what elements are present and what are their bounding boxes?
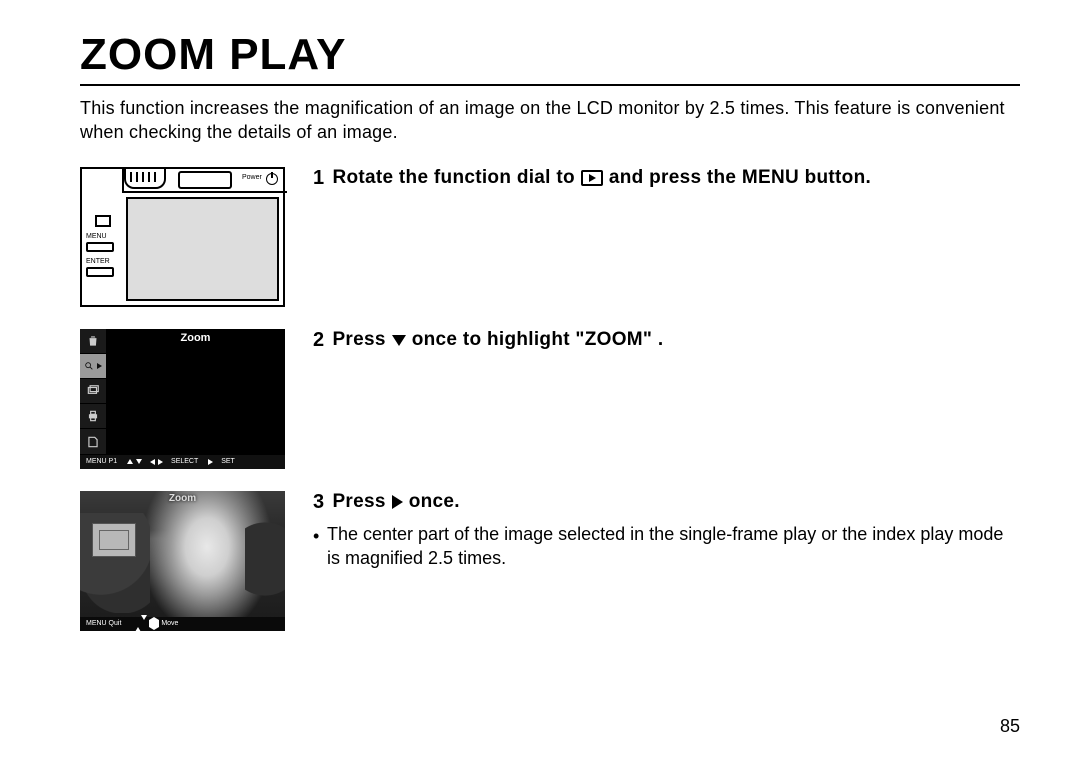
step-2-number: 2 <box>313 329 324 352</box>
manual-page: ZOOM PLAY This function increases the ma… <box>0 0 1080 765</box>
step-3-number: 3 <box>313 491 324 514</box>
lcd-screen-icon <box>126 197 279 301</box>
camera-illustration: Power MENU ENTER <box>80 167 285 307</box>
page-number: 85 <box>1000 716 1020 737</box>
step-3-note: • The center part of the image selected … <box>313 522 1020 571</box>
step-3-pre: Press <box>332 491 385 513</box>
step-1-pre: Rotate the function dial to <box>332 167 574 189</box>
power-icon <box>266 173 278 185</box>
playback-mode-icon <box>581 170 603 186</box>
right-arrow-icon <box>392 495 403 509</box>
intro-text: This function increases the magnificatio… <box>80 96 1020 145</box>
print-icon <box>80 404 106 429</box>
display-button-icon <box>95 215 111 227</box>
menu-button-icon <box>86 242 114 252</box>
menu-bar-select: SELECT <box>171 458 198 465</box>
step-3-text: 3 Press once. <box>313 491 1020 514</box>
step-3-post: once. <box>409 491 460 513</box>
menu-button-label: MENU <box>86 233 120 240</box>
step-2-pre: Press <box>332 329 385 351</box>
zoomed-photo: Zoom MENU Quit Move <box>80 491 285 631</box>
photo-bar-menu: MENU Quit <box>86 620 121 627</box>
enter-button-icon <box>86 267 114 277</box>
title-rule <box>80 84 1020 86</box>
figure-menu-screen: Zoom MENU P1 SELECT SET <box>80 329 285 469</box>
photo-bar-move: Move <box>161 620 178 627</box>
zoom-icon <box>80 354 106 379</box>
figure-camera-back: Power MENU ENTER <box>80 167 285 307</box>
camera-left-buttons: MENU ENTER <box>86 197 120 301</box>
step-1-row: Power MENU ENTER 1 Rotate the function d… <box>80 167 1020 307</box>
photo-title: Zoom <box>80 493 285 504</box>
menu-screen: Zoom MENU P1 SELECT SET <box>80 329 285 469</box>
menu-sidebar <box>80 329 106 455</box>
sign-in-photo <box>92 523 136 557</box>
menu-status-bar: MENU P1 SELECT SET <box>80 455 285 469</box>
top-lcd-icon <box>178 171 232 189</box>
page-title: ZOOM PLAY <box>80 30 1020 80</box>
figure-zoomed-photo: Zoom MENU Quit Move <box>80 491 285 631</box>
bullet-icon: • <box>313 522 319 548</box>
function-dial-icon <box>124 169 166 189</box>
step-2-text: 2 Press once to highlight "ZOOM" . <box>313 329 1020 352</box>
enter-button-label: ENTER <box>86 258 120 265</box>
step-2-post: once to highlight "ZOOM" . <box>412 329 664 351</box>
step-1-text: 1 Rotate the function dial to and press … <box>313 167 1020 190</box>
step-1-number: 1 <box>313 167 324 190</box>
power-label: Power <box>242 174 262 181</box>
card-setup-icon <box>80 429 106 454</box>
menu-bar-set: SET <box>221 458 235 465</box>
step-2-row: Zoom MENU P1 SELECT SET 2 Press once to … <box>80 329 1020 469</box>
photo-status-bar: MENU Quit Move <box>80 617 285 631</box>
menu-bar-menu: MENU P1 <box>86 458 117 465</box>
step-3-note-text: The center part of the image selected in… <box>327 522 1020 571</box>
menu-title: Zoom <box>106 329 285 347</box>
step-3-row: Zoom MENU Quit Move 3 Press once. • The … <box>80 491 1020 631</box>
trash-icon <box>80 329 106 354</box>
down-arrow-icon <box>392 335 406 346</box>
step-1-post: and press the MENU button. <box>609 167 871 189</box>
slideshow-icon <box>80 379 106 404</box>
